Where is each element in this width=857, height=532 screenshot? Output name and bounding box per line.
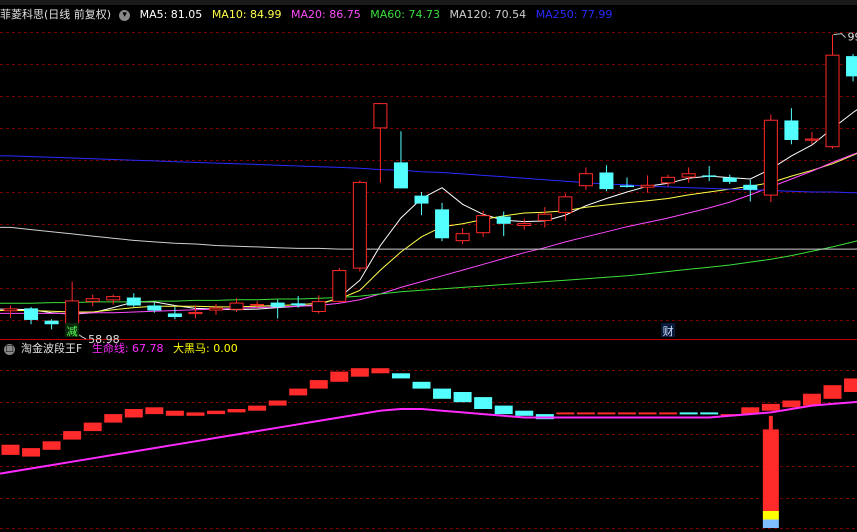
candle-body-down bbox=[435, 209, 450, 239]
horse-yellow bbox=[762, 511, 779, 520]
wave-bar bbox=[700, 412, 719, 415]
candle-body-up bbox=[558, 196, 573, 213]
wave-bar bbox=[679, 412, 698, 415]
ma-line-ma20 bbox=[0, 129, 857, 314]
wave-bar bbox=[186, 412, 205, 416]
wave-bar bbox=[433, 388, 452, 399]
wave-bar bbox=[412, 381, 431, 389]
candle-body-down bbox=[270, 302, 285, 307]
candle-body-up bbox=[3, 308, 18, 312]
ma-line-ma250 bbox=[0, 155, 857, 194]
candle-body-up bbox=[229, 302, 244, 310]
wave-bar bbox=[638, 412, 657, 415]
candle-body-down bbox=[743, 184, 758, 190]
marker-jian: 减 bbox=[67, 325, 78, 338]
candle-body-up bbox=[804, 138, 819, 141]
wave-bar bbox=[309, 380, 328, 389]
candle-body-up bbox=[65, 300, 80, 325]
wave-bar bbox=[227, 409, 246, 413]
candle-body-down bbox=[393, 162, 408, 189]
candle-body-down bbox=[167, 313, 182, 318]
wave-bar bbox=[165, 410, 184, 416]
wave-bar bbox=[556, 412, 575, 415]
wave-bar bbox=[42, 441, 61, 450]
candle-body-up bbox=[455, 233, 470, 242]
candle-body-up bbox=[537, 213, 552, 221]
candle-body-up bbox=[332, 270, 347, 302]
wave-bar bbox=[22, 448, 41, 457]
candle-body-down bbox=[620, 185, 634, 188]
candle-body-down bbox=[414, 195, 429, 204]
candle-body-up bbox=[250, 304, 265, 306]
high-price-label: 99.98 bbox=[848, 31, 857, 44]
candle-body-down bbox=[722, 177, 737, 182]
low-price-label: 58.98 bbox=[88, 333, 120, 346]
wave-bar bbox=[659, 412, 678, 415]
marker-cai: 财 bbox=[663, 324, 674, 338]
wave-bar bbox=[844, 378, 857, 392]
ma-line-ma60 bbox=[0, 216, 857, 304]
chart-svg: 99.98 58.98 减 财 bbox=[0, 31, 857, 529]
wave-bar bbox=[453, 392, 472, 403]
wave-bar bbox=[145, 407, 164, 415]
candle-body-up bbox=[640, 184, 655, 188]
wave-bar bbox=[350, 368, 369, 377]
candle-body-up bbox=[661, 176, 676, 184]
wave-bar bbox=[391, 373, 410, 379]
candle-body-up bbox=[476, 215, 491, 234]
candle-body-up bbox=[517, 223, 532, 226]
chart-root: 菲菱科思(日线 前复权) ▾ MA5: 81.05 MA10: 84.99 MA2… bbox=[0, 0, 857, 532]
candle-body-down bbox=[784, 120, 799, 140]
wave-bar bbox=[823, 385, 842, 399]
candle-body-up bbox=[578, 173, 593, 187]
candle-body-up bbox=[188, 311, 203, 315]
candle-body-down bbox=[291, 303, 306, 306]
high-pointer bbox=[833, 33, 846, 38]
candle-body-up bbox=[311, 301, 326, 312]
wave-bar bbox=[207, 410, 225, 415]
candle-body-up bbox=[825, 54, 840, 148]
candle-body-up bbox=[85, 298, 100, 302]
horse-tip bbox=[768, 415, 773, 430]
candle-body-up bbox=[763, 119, 778, 196]
wave-bar bbox=[371, 368, 390, 374]
horse-blue bbox=[762, 519, 779, 528]
wave-bar bbox=[83, 422, 102, 432]
wave-bar bbox=[104, 414, 123, 423]
candle-body-up bbox=[106, 296, 121, 301]
candle-body-down bbox=[126, 297, 141, 306]
wave-bar bbox=[124, 409, 143, 418]
wave-bar bbox=[248, 405, 267, 411]
wave-bar bbox=[268, 400, 287, 406]
wave-bar bbox=[494, 405, 513, 415]
wave-bar bbox=[576, 412, 595, 415]
horse-red bbox=[762, 429, 779, 511]
wave-bar bbox=[761, 403, 780, 411]
candle-body-down bbox=[147, 305, 162, 311]
candle-body-down bbox=[24, 308, 39, 320]
candle-body-up bbox=[209, 307, 223, 311]
candle-body-down bbox=[599, 172, 614, 190]
wave-bar bbox=[515, 410, 534, 416]
candle-body-down bbox=[496, 216, 511, 224]
wave-bar bbox=[802, 393, 821, 406]
wave-bar bbox=[63, 431, 82, 440]
candle-body-up bbox=[352, 181, 367, 269]
candle-body-up bbox=[373, 103, 388, 129]
wave-bar bbox=[618, 412, 636, 415]
candle-body-down bbox=[846, 56, 857, 77]
wave-bar bbox=[289, 388, 308, 396]
wave-bar bbox=[474, 397, 493, 409]
wave-bar bbox=[597, 412, 616, 415]
candle-body-up bbox=[681, 173, 696, 178]
candle-body-down bbox=[44, 320, 59, 325]
wave-bar bbox=[782, 400, 801, 408]
wave-bar bbox=[1, 444, 20, 455]
candle-body-down bbox=[702, 175, 717, 177]
ma-line-ma120 bbox=[0, 226, 857, 250]
ma-line-ma10 bbox=[0, 122, 857, 313]
wave-bar bbox=[330, 371, 349, 382]
